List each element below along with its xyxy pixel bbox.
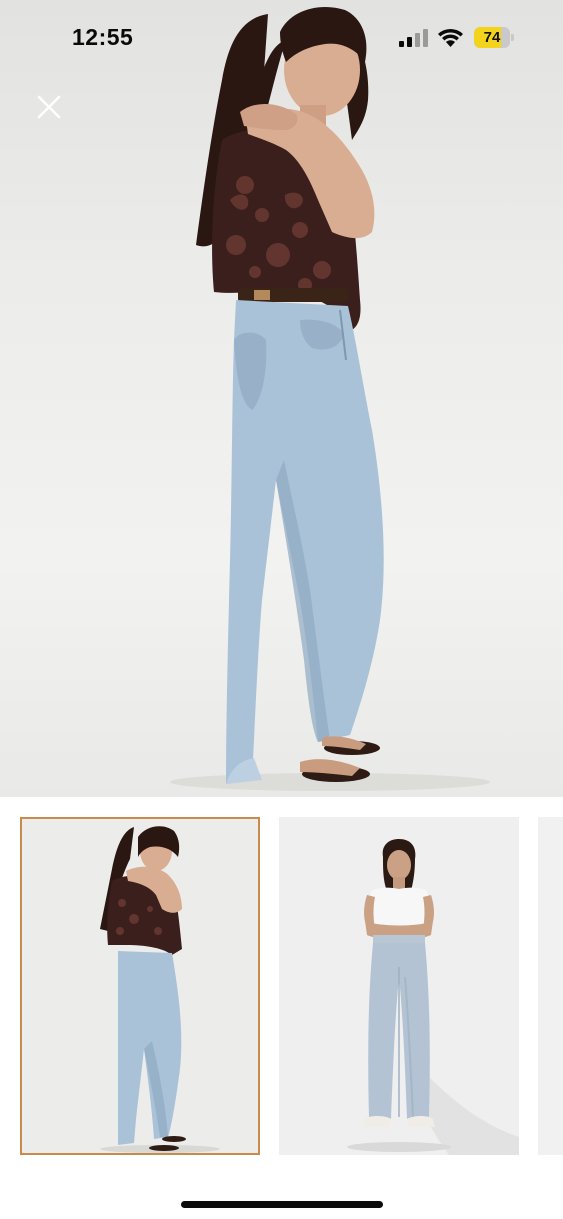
close-button[interactable] (30, 88, 68, 126)
close-icon (37, 95, 61, 119)
thumbnail-1-selected[interactable] (20, 817, 260, 1155)
model-side-view-photo (170, 6, 490, 791)
status-time: 12:55 (72, 24, 134, 50)
product-image-gallery-screen: 12:55 74 (0, 0, 563, 1219)
hero-product-image[interactable] (0, 0, 563, 797)
battery-icon: 74 (474, 27, 514, 48)
cellular-signal-icon (399, 29, 428, 47)
battery-level: 74 (483, 29, 501, 46)
battery-body: 74 (474, 27, 510, 48)
thumbnail-2[interactable] (279, 817, 519, 1155)
home-indicator[interactable] (181, 1201, 383, 1208)
thumbnail-strip (0, 797, 563, 1167)
model-side-view-thumbnail (22, 819, 258, 1153)
model-front-view-thumbnail (279, 817, 519, 1155)
thumbnail-3-partial[interactable] (538, 817, 563, 1155)
wifi-icon (438, 28, 463, 47)
status-bar: 12:55 74 (0, 0, 563, 78)
battery-cap (511, 34, 514, 41)
partial-next-thumbnail (538, 817, 563, 1155)
